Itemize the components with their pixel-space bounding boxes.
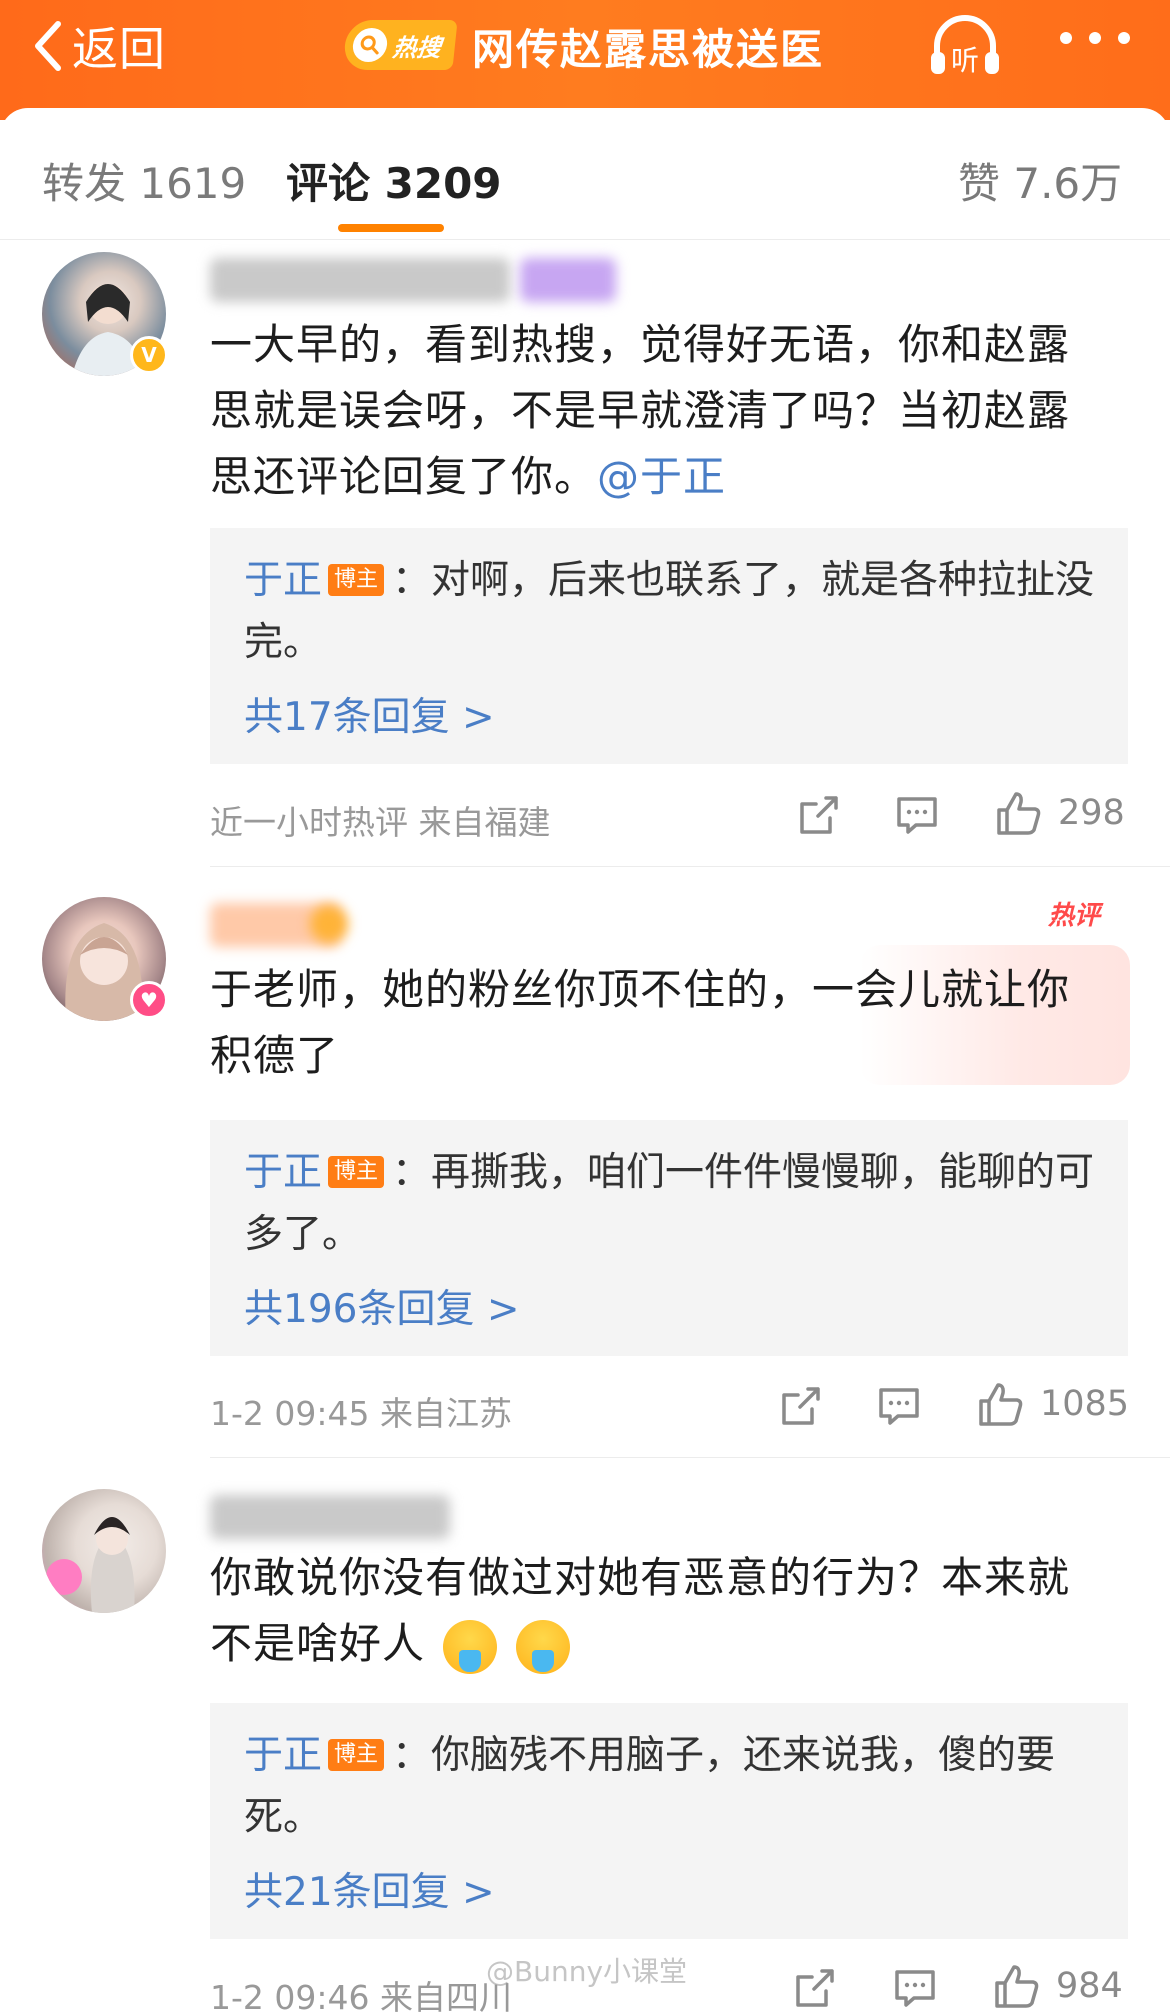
reply-preview[interactable]: 于正 博主 ：再撕我，咱们一件件慢慢聊，能聊的可多了。 共196条回复 > <box>210 1120 1128 1356</box>
top-bar: 返回 热搜 网传赵露思被送医 听 <box>0 0 1170 120</box>
comment-icon <box>895 1970 935 2007</box>
mention-link[interactable]: @于正 <box>597 452 726 501</box>
comment-text: 你敢说你没有做过对她有恶意的行为？本来就不是啥好人 <box>210 1545 1110 1677</box>
back-label: 返回 <box>72 22 166 76</box>
share-icon <box>796 1969 834 2007</box>
hot-review-label: 热评 <box>1048 901 1101 931</box>
avatar-portrait <box>46 1517 135 1613</box>
view-replies-link[interactable]: 共21条回复 > <box>244 1861 495 1917</box>
reply-text: 于正 博主 ：你脑残不用脑子，还来说我，傻的要死。 <box>244 1725 1104 1849</box>
vomit-emoji-icon <box>443 1619 498 1674</box>
host-tag: 博主 <box>328 1738 385 1771</box>
comment-text: 于老师，她的粉丝你顶不住的，一会儿就让你积德了 <box>210 965 1071 1080</box>
share-button[interactable] <box>792 1965 838 2012</box>
view-replies-link[interactable]: 共17条回复 > <box>244 686 495 742</box>
member-badge-icon: ♥ <box>130 981 168 1019</box>
member-badge-redacted <box>520 258 616 302</box>
tab-comments[interactable]: 评论 3209 <box>286 150 502 211</box>
like-count: 298 <box>1058 793 1125 833</box>
svg-text:听: 听 <box>951 44 979 77</box>
more-dot-icon <box>1118 32 1130 44</box>
comment-body: 你敢说你没有做过对她有恶意的行为？本来就不是啥好人 <box>210 1553 1071 1668</box>
comment-icon <box>879 1388 919 1425</box>
share-button[interactable] <box>796 792 842 842</box>
comment-meta: 1-2 09:46 来自四川 <box>210 1978 512 2012</box>
verified-badge-icon: V <box>130 336 168 374</box>
thumbs-up-icon <box>997 792 1041 835</box>
active-tab-indicator <box>338 224 444 232</box>
more-dot-icon <box>1089 32 1101 44</box>
host-tag: 博主 <box>328 563 385 596</box>
watermark: @Bunny小课堂 <box>486 1955 688 1988</box>
reply-text: 于正 博主 ：再撕我，咱们一件件慢慢聊，能聊的可多了。 <box>244 1142 1104 1266</box>
comment-meta: 近一小时热评 来自福建 <box>210 803 551 842</box>
avatar[interactable] <box>42 1489 166 1613</box>
username-redacted[interactable] <box>210 1495 450 1539</box>
like-count: 1085 <box>1040 1384 1130 1424</box>
reply-button[interactable] <box>876 1383 922 1433</box>
user-badge-redacted <box>310 905 348 943</box>
reply-preview[interactable]: 于正 博主 ：你脑残不用脑子，还来说我，傻的要死。 共21条回复 > <box>210 1703 1128 1939</box>
hot-search-badge[interactable]: 热搜 <box>342 20 458 70</box>
share-icon <box>782 1387 820 1425</box>
comment-text: 一大早的，看到热搜，觉得好无语，你和赵露思就是误会呀，不是早就澄清了吗？当初赵露… <box>210 312 1110 510</box>
like-button[interactable]: 984 <box>992 1961 1123 2011</box>
comment-icon <box>897 797 937 834</box>
vomit-emoji-icon <box>515 1619 570 1674</box>
reply-author[interactable]: 于正 <box>244 1150 322 1195</box>
tab-likes[interactable]: 赞 7.6万 <box>958 150 1122 211</box>
tab-bar: 转发 1619 评论 3209 赞 7.6万 <box>0 108 1170 240</box>
tab-reposts[interactable]: 转发 1619 <box>42 150 246 211</box>
divider <box>210 1457 1170 1458</box>
like-button[interactable]: 1085 <box>976 1379 1129 1429</box>
back-arrow-icon <box>35 21 61 71</box>
thumbs-up-icon <box>995 1965 1039 2008</box>
headphones-icon: 听 <box>931 15 999 77</box>
search-icon <box>351 28 389 62</box>
page-title: 网传赵露思被送医 <box>472 25 825 74</box>
reply-author[interactable]: 于正 <box>244 558 322 603</box>
username-redacted[interactable] <box>210 258 510 302</box>
share-icon <box>800 796 838 834</box>
divider <box>210 866 1170 867</box>
comment-meta: 1-2 09:45 来自江苏 <box>210 1394 512 1433</box>
back-button[interactable]: 返回 <box>30 14 166 78</box>
reply-text: 于正 博主 ：对啊，后来也联系了，就是各种拉扯没完。 <box>244 550 1104 674</box>
listen-button[interactable]: 听 <box>925 10 1005 82</box>
view-replies-link[interactable]: 共196条回复 > <box>244 1278 520 1334</box>
like-count: 984 <box>1056 1966 1123 2006</box>
share-button[interactable] <box>778 1383 824 1433</box>
thumbs-up-icon <box>979 1383 1023 1426</box>
hot-search-label: 热搜 <box>391 33 443 62</box>
more-dot-icon <box>1060 32 1072 44</box>
like-button[interactable]: 298 <box>994 788 1125 838</box>
reply-button[interactable] <box>894 792 940 842</box>
more-button[interactable] <box>1060 26 1130 50</box>
reply-author[interactable]: 于正 <box>244 1733 322 1778</box>
host-tag: 博主 <box>328 1155 385 1188</box>
reply-preview[interactable]: 于正 博主 ：对啊，后来也联系了，就是各种拉扯没完。 共17条回复 > <box>210 528 1128 764</box>
reply-button[interactable] <box>892 1965 938 2012</box>
